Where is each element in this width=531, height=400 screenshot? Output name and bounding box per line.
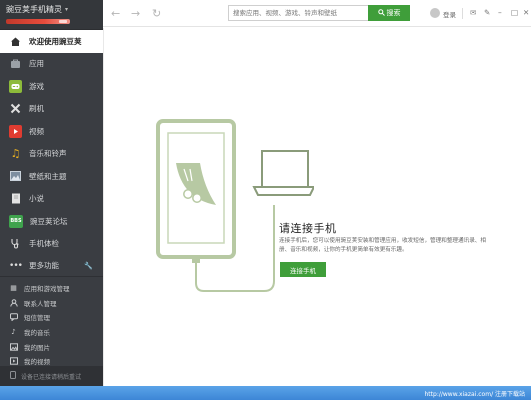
music-icon: ♫ (10, 147, 21, 161)
sidebar-item-label: 游戏 (29, 81, 44, 91)
video-icon (9, 124, 22, 138)
sidebar-item-checkup[interactable]: 手机体检 (0, 233, 103, 256)
sidebar-more-label: 更多功能 (29, 261, 59, 270)
connect-phone-illustration (156, 119, 314, 292)
back-arrow-icon[interactable]: ← (111, 7, 120, 20)
toolbar-divider (462, 8, 463, 19)
minimize-icon[interactable]: – (498, 8, 502, 17)
sidebar-sub-apps-games[interactable]: ▦ 应用和游戏管理 (0, 281, 103, 296)
search-icon (377, 8, 385, 18)
connect-title: 请连接手机 (279, 222, 337, 235)
sidebar-item-label: 豌豆荚论坛 (30, 216, 68, 226)
login-link[interactable]: 登录 (443, 9, 456, 19)
sidebar-item-label: 视频 (29, 126, 44, 136)
chevron-down-icon: ▾ (65, 6, 69, 13)
wrench-icon[interactable]: 🔧 (84, 262, 93, 270)
sidebar-item-label: 手机体检 (29, 239, 59, 249)
wrench-cross-icon (9, 102, 22, 115)
sidebar-item-apps[interactable]: 应用 (0, 53, 103, 76)
sidebar-sub-label: 我的音乐 (24, 329, 50, 338)
dots-icon: ••• (9, 260, 23, 271)
note-icon: ♪ (11, 328, 16, 337)
sidebar-nav: 欢迎使用豌豆荚 应用 游戏 刷机 视频 ♫ 音乐和铃声 壁纸和主题 小说 BBS… (0, 30, 103, 255)
app-title[interactable]: 豌豆荚手机精灵 ▾ (6, 4, 97, 15)
maximize-icon[interactable]: □ (511, 8, 518, 17)
brand-header[interactable]: 豌豆荚手机精灵 ▾ (0, 0, 103, 30)
grid-icon: ▦ (10, 284, 17, 293)
close-icon[interactable]: ✕ (523, 8, 529, 17)
sidebar-sub-pictures[interactable]: 我的图片 (0, 339, 103, 354)
phone-small-icon (10, 371, 16, 381)
refresh-icon[interactable]: ↻ (152, 7, 161, 20)
app-title-text: 豌豆荚手机精灵 (6, 5, 62, 14)
status-text: http://www.xiazai.com/ 注册下载站 (424, 391, 526, 398)
sidebar-sub-music[interactable]: ♪ 我的音乐 (0, 325, 103, 340)
book-icon (9, 192, 22, 205)
sidebar-footer-text: 设备已连接请稍后重试 (21, 373, 82, 381)
sidebar-item-welcome[interactable]: 欢迎使用豌豆荚 (0, 30, 103, 53)
search-input[interactable] (228, 5, 368, 21)
sidebar-sublist: ▦ 应用和游戏管理 联系人管理 短信管理 ♪ 我的音乐 我的图片 我的视频 (0, 277, 103, 369)
sidebar-item-video[interactable]: 视频 (0, 120, 103, 143)
brand-ribbon (6, 19, 70, 24)
message-icon (9, 313, 18, 322)
search-button-label: 搜索 (386, 9, 401, 17)
sidebar-sub-label: 应用和游戏管理 (24, 285, 70, 294)
avatar[interactable] (430, 8, 440, 18)
top-toolbar: ← → ↻ 搜索 登录 ✉ ✎ – □ ✕ (103, 0, 531, 27)
sidebar-item-label: 应用 (29, 59, 44, 69)
sidebar-item-label: 壁纸和主题 (29, 171, 67, 181)
sidebar-item-label: 刷机 (29, 104, 44, 114)
main-content: 请连接手机 连接手机后，您可以使用豌豆荚安装和管理应用，收发短信，管理和整理通讯… (103, 28, 531, 386)
sidebar-sub-label: 短信管理 (24, 314, 50, 323)
wallpaper-icon (9, 170, 22, 183)
contact-icon (9, 298, 18, 307)
home-icon (9, 35, 22, 48)
sidebar-item-label: 小说 (29, 194, 44, 204)
search-button[interactable]: 搜索 (368, 5, 410, 21)
sidebar-item-label: 欢迎使用豌豆荚 (29, 36, 82, 46)
tools-icon[interactable]: ✎ (484, 8, 490, 17)
sidebar-item-novel[interactable]: 小说 (0, 188, 103, 211)
sidebar-item-flash[interactable]: 刷机 (0, 98, 103, 121)
sidebar-sub-label: 联系人管理 (24, 299, 57, 308)
sidebar-footer: 设备已连接请稍后重试 (0, 366, 103, 386)
sidebar-sub-label: 我的视频 (24, 358, 50, 367)
sidebar-sub-label: 我的图片 (24, 343, 50, 352)
stethoscope-icon (9, 237, 22, 250)
picture-icon (9, 342, 18, 351)
gamepad-icon (9, 79, 22, 93)
mail-icon[interactable]: ✉ (470, 8, 476, 17)
sidebar-sub-messages[interactable]: 短信管理 (0, 310, 103, 325)
sidebar-sub-contacts[interactable]: 联系人管理 (0, 296, 103, 311)
status-bar: http://www.xiazai.com/ 注册下载站 (0, 386, 531, 400)
sidebar-item-games[interactable]: 游戏 (0, 75, 103, 98)
bag-icon (9, 57, 22, 70)
sidebar: 豌豆荚手机精灵 ▾ 欢迎使用豌豆荚 应用 游戏 刷机 视频 ♫ 音乐和铃声 壁纸… (0, 0, 103, 386)
sidebar-item-label: 音乐和铃声 (29, 149, 67, 159)
film-icon (9, 357, 18, 366)
sidebar-item-wallpaper[interactable]: 壁纸和主题 (0, 165, 103, 188)
sidebar-item-forum[interactable]: BBS 豌豆荚论坛 (0, 210, 103, 233)
connect-description: 连接手机后，您可以使用豌豆荚安装和管理应用，收发短信，管理和整理通讯录、相册、音… (279, 238, 486, 253)
sidebar-more[interactable]: ••• 更多功能 🔧 (0, 255, 103, 277)
connect-phone-button[interactable]: 连接手机 (280, 262, 326, 277)
bbs-icon: BBS (9, 214, 23, 228)
sidebar-item-music[interactable]: ♫ 音乐和铃声 (0, 143, 103, 166)
forward-arrow-icon[interactable]: → (131, 7, 140, 20)
